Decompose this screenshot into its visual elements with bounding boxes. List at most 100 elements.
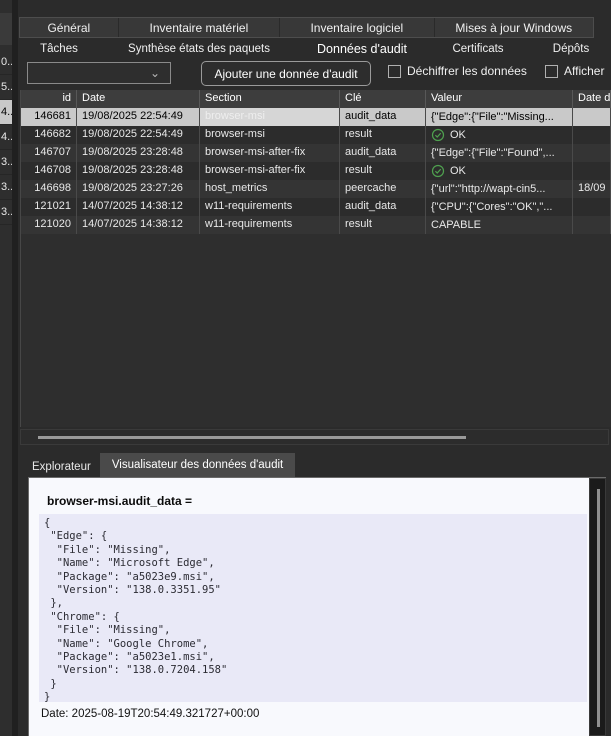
table-row[interactable]: 14670719/08/2025 23:28:48browser-msi-aft… [21,144,611,162]
cell-section[interactable]: browser-msi-after-fix [200,162,340,180]
cell-date[interactable]: 19/08/2025 23:27:26 [77,180,200,198]
tab-t-ches[interactable]: Tâches [19,38,99,59]
cell-id[interactable]: 146707 [21,144,77,162]
column-header-Clé[interactable]: Clé [340,90,426,108]
host-detail-panel: GénéralInventaire matérielInventaire log… [18,0,611,736]
list-item[interactable]: 4.. [0,125,12,150]
cell-section[interactable]: browser-msi [200,108,340,126]
tab-certificats[interactable]: Certificats [425,38,531,59]
cell-value[interactable]: OK [426,162,573,180]
cell-date[interactable]: 19/08/2025 22:54:49 [77,108,200,126]
table-row[interactable]: 14668119/08/2025 22:54:49browser-msiaudi… [21,108,611,126]
table-row[interactable]: 12102114/07/2025 14:38:12w11-requirement… [21,198,611,216]
left-host-list-strip: 0..5..4..4..3..3..3.. [0,0,12,736]
cell-key[interactable]: result [340,126,426,144]
cell-id[interactable]: 146698 [21,180,77,198]
list-item[interactable]: 0.. [0,50,12,75]
table-row[interactable]: 12102014/07/2025 14:38:12w11-requirement… [21,216,611,234]
cell-value[interactable]: {"url":"http://wapt-cin5... [426,180,573,198]
column-header-Date[interactable]: Date [77,90,200,108]
column-header-Date d[interactable]: Date d [573,90,611,108]
table-body: 14668119/08/2025 22:54:49browser-msiaudi… [21,108,611,234]
tab-g-n-ral[interactable]: Général [20,18,119,37]
cell-date2[interactable] [573,216,611,234]
cell-date2[interactable] [573,108,611,126]
cell-id[interactable]: 146682 [21,126,77,144]
add-audit-data-button[interactable]: Ajouter une donnée d'audit [201,61,371,86]
table-header-row[interactable]: idDateSectionCléValeurDate d [21,90,611,108]
cell-date[interactable]: 19/08/2025 23:28:48 [77,144,200,162]
cell-value[interactable]: CAPABLE [426,216,573,234]
cell-date2[interactable] [573,198,611,216]
cell-key[interactable]: audit_data [340,108,426,126]
horizontal-scrollbar[interactable] [20,429,609,445]
table-row[interactable]: 14670819/08/2025 23:28:48browser-msi-aft… [21,162,611,180]
tab-inventaire-logiciel[interactable]: Inventaire logiciel [280,18,434,37]
tab-explorateur[interactable]: Explorateur [23,457,100,478]
list-item[interactable]: 4.. [0,100,12,125]
cell-section[interactable]: browser-msi [200,126,340,144]
tab-visualisateur-des-donn-es-d-audit[interactable]: Visualisateur des données d'audit [100,453,295,478]
cell-section[interactable]: browser-msi-after-fix [200,144,340,162]
cell-id[interactable]: 121021 [21,198,77,216]
cell-value-text: {"url":"http://wapt-cin5... [431,181,545,198]
show-checkbox[interactable]: Afficher [545,64,604,78]
cell-key[interactable]: audit_data [340,144,426,162]
decrypt-data-checkbox[interactable]: Déchiffrer les données [388,64,527,78]
left-strip-items: 0..5..4..4..3..3..3.. [0,50,12,225]
cell-id[interactable]: 146708 [21,162,77,180]
cell-value[interactable]: {"CPU":{"Cores":"OK","... [426,198,573,216]
cell-section[interactable]: w11-requirements [200,198,340,216]
json-content-block: { "Edge": { "File": "Missing", "Name": "… [39,514,587,702]
cell-section[interactable]: w11-requirements [200,216,340,234]
cell-date2[interactable] [573,144,611,162]
cell-value[interactable]: {"Edge":{"File":"Missing... [426,108,573,126]
cell-date2[interactable] [573,126,611,144]
cell-date2[interactable]: 18/09 [573,180,611,198]
tab-synth-se-tats-des-paquets[interactable]: Synthèse états des paquets [99,38,299,59]
tab-donn-es-d-audit[interactable]: Données d'audit [299,38,425,59]
tab-inventaire-mat-riel[interactable]: Inventaire matériel [119,18,280,37]
audit-data-table: idDateSectionCléValeurDate d 14668119/08… [20,90,611,427]
checkbox-box-icon[interactable] [388,65,401,78]
vertical-scrollbar-thumb[interactable] [597,489,600,727]
list-item[interactable]: 5.. [0,75,12,100]
cell-date2[interactable] [573,162,611,180]
viewer-tab-bar: ExplorateurVisualisateur des données d'a… [23,452,603,478]
cell-id[interactable]: 121020 [21,216,77,234]
list-item[interactable]: 3.. [0,150,12,175]
list-item[interactable]: 3.. [0,200,12,225]
cell-date[interactable]: 14/07/2025 14:38:12 [77,216,200,234]
vertical-scrollbar[interactable] [589,478,606,736]
cell-value-text: {"Edge":{"File":"Missing... [431,109,554,126]
cell-date[interactable]: 19/08/2025 22:54:49 [77,126,200,144]
cell-key[interactable]: result [340,216,426,234]
ok-check-icon [431,128,445,142]
audit-filter-combobox[interactable]: ⌄ [27,62,171,84]
tab-d-p-ts[interactable]: Dépôts [531,38,611,59]
cell-key[interactable]: peercache [340,180,426,198]
table-row[interactable]: 14668219/08/2025 22:54:49browser-msiresu… [21,126,611,144]
cell-date[interactable]: 19/08/2025 23:28:48 [77,162,200,180]
checkbox-box-icon[interactable] [545,65,558,78]
tab-bar-secondary: TâchesSynthèse états des paquetsDonnées … [19,38,611,59]
list-item[interactable]: 3.. [0,175,12,200]
column-header-id[interactable]: id [21,90,77,108]
cell-value[interactable]: OK [426,126,573,144]
cell-value-text: {"CPU":{"Cores":"OK","... [431,199,552,216]
chevron-down-icon[interactable]: ⌄ [150,66,160,80]
table-row[interactable]: 14669819/08/2025 23:27:26host_metricspee… [21,180,611,198]
column-header-Section[interactable]: Section [200,90,340,108]
tab-mises-jour-windows[interactable]: Mises à jour Windows [435,18,593,37]
column-header-Valeur[interactable]: Valeur [426,90,573,108]
cell-key[interactable]: audit_data [340,198,426,216]
cell-section[interactable]: host_metrics [200,180,340,198]
cell-value-text: CAPABLE [431,217,481,234]
viewer-title: browser-msi.audit_data = [47,494,192,508]
horizontal-scrollbar-thumb[interactable] [38,436,466,439]
left-strip-header [0,13,12,45]
cell-date[interactable]: 14/07/2025 14:38:12 [77,198,200,216]
cell-value[interactable]: {"Edge":{"File":"Found",... [426,144,573,162]
cell-key[interactable]: result [340,162,426,180]
cell-id[interactable]: 146681 [21,108,77,126]
